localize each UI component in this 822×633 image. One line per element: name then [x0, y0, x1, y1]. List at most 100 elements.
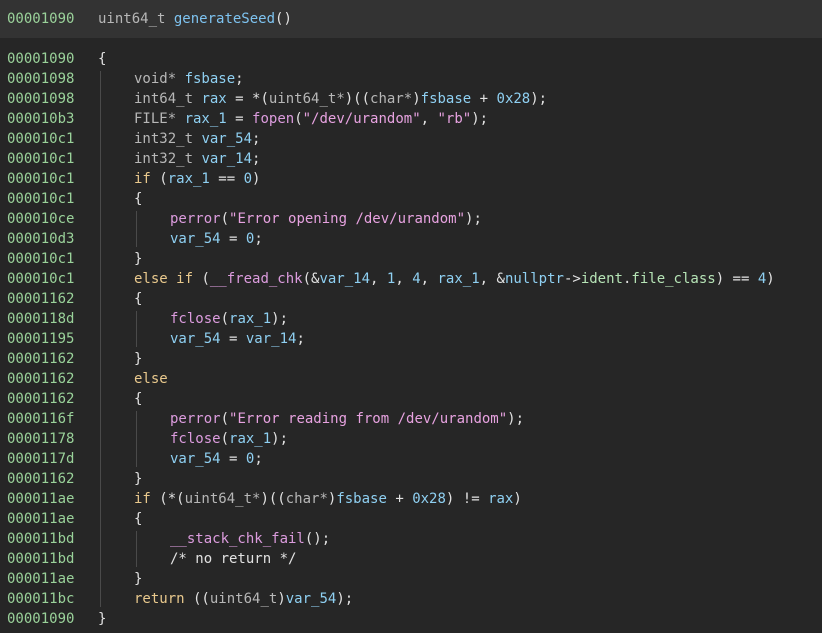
line-address[interactable]: 000011ae	[7, 489, 74, 509]
code-token[interactable]: );	[271, 311, 288, 327]
code-token[interactable]: {	[134, 291, 142, 307]
line-address[interactable]: 000011bd	[7, 529, 74, 549]
code-token[interactable]: int64_t	[134, 91, 201, 107]
line-source[interactable]: }	[134, 349, 142, 369]
code-token[interactable]: fsbase	[336, 491, 387, 507]
code-token[interactable]: (	[151, 171, 167, 187]
code-token[interactable]: ,	[395, 271, 412, 287]
line-address[interactable]: 000010b3	[7, 109, 74, 129]
line-address[interactable]: 000011ae	[7, 569, 74, 589]
line-source[interactable]: var_54 = 0;	[170, 449, 263, 469]
code-token[interactable]: FILE*	[134, 111, 185, 127]
code-token[interactable]: ;	[235, 71, 243, 87]
line-address[interactable]: 000010d3	[7, 229, 74, 249]
code-token[interactable]: char*	[286, 491, 328, 507]
line-address[interactable]: 000011ae	[7, 509, 74, 529]
line-source[interactable]: FILE* rax_1 = fopen("/dev/urandom", "rb"…	[134, 109, 488, 129]
code-token[interactable]: rax	[488, 491, 513, 507]
code-token[interactable]: file_class	[631, 271, 715, 287]
line-address[interactable]: 00001162	[7, 369, 74, 389]
code-token[interactable]: var_54	[286, 591, 337, 607]
code-token[interactable]: void*	[134, 71, 185, 87]
code-token[interactable]: ) !=	[446, 491, 488, 507]
code-line[interactable]: 0000117d var_54 = 0;	[0, 449, 822, 469]
line-address[interactable]: 000010c1	[7, 129, 74, 149]
code-line[interactable]: 000010c1 if (rax_1 == 0)	[0, 169, 822, 189]
code-token[interactable]: 0x28	[497, 91, 531, 107]
code-token[interactable]: fopen	[252, 111, 294, 127]
line-address[interactable]: 00001098	[7, 89, 74, 109]
header-address[interactable]: 00001090	[7, 11, 74, 27]
line-address[interactable]: 00001162	[7, 289, 74, 309]
line-source[interactable]: }	[134, 469, 142, 489]
code-line[interactable]: 000011bd /* no return */	[0, 549, 822, 569]
line-source[interactable]: /* no return */	[170, 549, 296, 569]
code-token[interactable]: ;	[296, 331, 304, 347]
line-address[interactable]: 000010c1	[7, 249, 74, 269]
line-address[interactable]: 000010c1	[7, 269, 74, 289]
code-token[interactable]: (	[221, 211, 229, 227]
line-address[interactable]: 00001162	[7, 389, 74, 409]
code-line[interactable]: 0000116f perror("Error reading from /dev/…	[0, 409, 822, 429]
line-address[interactable]: 0000116f	[7, 409, 74, 429]
code-token[interactable]: =	[221, 231, 246, 247]
code-token[interactable]: (&	[303, 271, 320, 287]
line-address[interactable]: 0000118d	[7, 309, 74, 329]
code-token[interactable]: }	[134, 471, 142, 487]
code-line[interactable]: 000011ae}	[0, 569, 822, 589]
line-address[interactable]: 00001098	[7, 69, 74, 89]
code-token[interactable]: ((	[185, 591, 210, 607]
code-token[interactable]: )	[412, 91, 420, 107]
code-token[interactable]: rax_1	[229, 431, 271, 447]
code-token[interactable]: if	[134, 171, 151, 187]
code-line[interactable]: 000010d3 var_54 = 0;	[0, 229, 822, 249]
code-line[interactable]: 00001090}	[0, 609, 822, 629]
line-source[interactable]: void* fsbase;	[134, 69, 244, 89]
code-token[interactable]: nullptr	[505, 271, 564, 287]
line-address[interactable]: 00001162	[7, 469, 74, 489]
code-token[interactable]: rax	[201, 91, 226, 107]
code-token[interactable]: ;	[254, 231, 262, 247]
code-token[interactable]: 0x28	[412, 491, 446, 507]
line-address[interactable]: 000010c1	[7, 189, 74, 209]
code-token[interactable]: )	[252, 171, 260, 187]
line-source[interactable]: else	[134, 369, 168, 389]
line-source[interactable]: {	[98, 49, 106, 69]
line-source[interactable]: {	[134, 289, 142, 309]
code-line[interactable]: 000010c1 int32_t var_54;	[0, 129, 822, 149]
code-token[interactable]: )((	[260, 491, 285, 507]
line-source[interactable]: perror("Error opening /dev/urandom");	[170, 209, 482, 229]
code-token[interactable]: ;	[252, 151, 260, 167]
code-token[interactable]: )	[513, 491, 521, 507]
code-line[interactable]: 00001098 void* fsbase;	[0, 69, 822, 89]
code-token[interactable]: "Error reading from /dev/urandom"	[229, 411, 507, 427]
code-token[interactable]: =	[221, 331, 246, 347]
code-token[interactable]: +	[387, 491, 412, 507]
code-line[interactable]: 00001195 var_54 = var_14;	[0, 329, 822, 349]
line-address[interactable]: 000011bc	[7, 589, 74, 609]
line-address[interactable]: 000010ce	[7, 209, 74, 229]
code-line[interactable]: 000010c1}	[0, 249, 822, 269]
line-source[interactable]: else if (__fread_chk(&var_14, 1, 4, rax_…	[134, 269, 775, 289]
code-token[interactable]: rax_1	[229, 311, 271, 327]
line-address[interactable]: 000010c1	[7, 169, 74, 189]
code-token[interactable]: =	[227, 111, 252, 127]
code-line[interactable]: 00001098 int64_t rax = *(uint64_t*)((char…	[0, 89, 822, 109]
code-token[interactable]: "/dev/urandom"	[303, 111, 421, 127]
code-token[interactable]: (	[193, 271, 209, 287]
line-address[interactable]: 00001162	[7, 349, 74, 369]
line-source[interactable]: var_54 = 0;	[170, 229, 263, 249]
code-token[interactable]: ,	[421, 271, 438, 287]
line-source[interactable]: var_54 = var_14;	[170, 329, 305, 349]
line-source[interactable]: }	[134, 569, 142, 589]
code-token[interactable]: fclose	[170, 311, 221, 327]
code-token[interactable]: }	[134, 571, 142, 587]
code-token[interactable]: ;	[252, 131, 260, 147]
code-token[interactable]: +	[471, 91, 496, 107]
function-name[interactable]: generateSeed	[174, 11, 275, 27]
decompiled-code-view[interactable]: 00001090 {00001098 void* fsbase; 00001098 in…	[0, 49, 822, 633]
code-line[interactable]: 00001178 fclose(rax_1);	[0, 429, 822, 449]
code-token[interactable]: rax_1	[185, 111, 227, 127]
code-token[interactable]: else	[134, 371, 168, 387]
code-token[interactable]: );	[271, 431, 288, 447]
